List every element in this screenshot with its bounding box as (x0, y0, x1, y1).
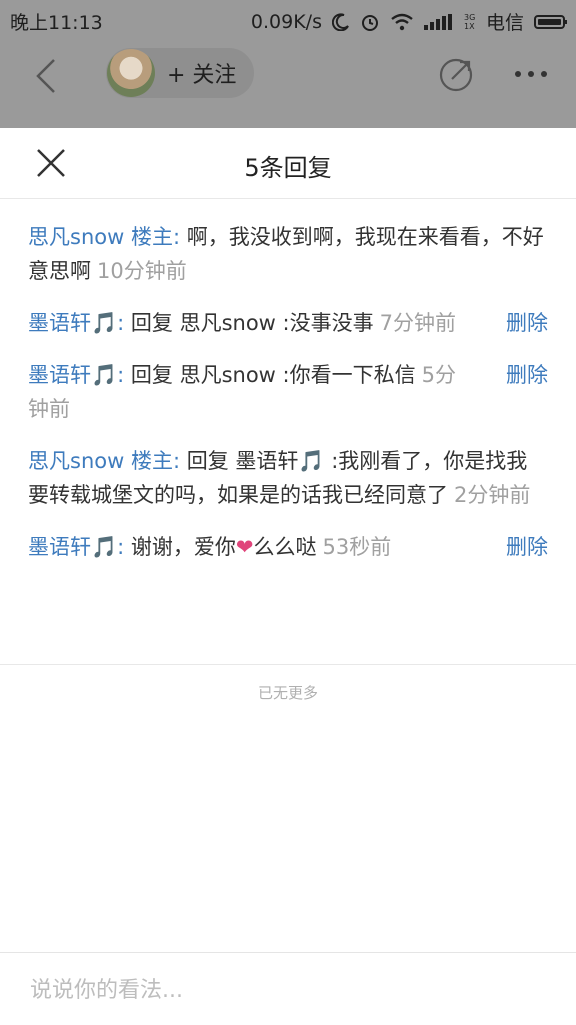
battery-icon (534, 14, 567, 29)
delete-button[interactable]: 删除 (506, 306, 548, 340)
reply-colon: : (172, 449, 181, 473)
reply-item: 思凡snow 楼主: 啊，我没收到啊，我现在来看看，不好意思啊 10分钟前 (0, 220, 576, 288)
heart-icon: ❤ (235, 535, 254, 559)
reply-list: 思凡snow 楼主: 啊，我没收到啊，我现在来看看，不好意思啊 10分钟前 墨语轩… (0, 220, 576, 582)
sheet-title: 5条回复 (244, 154, 332, 182)
reply-content-tail: 么么哒 (253, 535, 317, 559)
avatar[interactable] (107, 49, 155, 97)
reply-author[interactable]: 思凡snow 楼主 (28, 225, 173, 249)
reply-time: 7分钟前 (379, 311, 456, 335)
comment-input[interactable] (28, 971, 552, 1009)
reply-author[interactable]: 墨语轩🎵 (28, 311, 117, 335)
reply-item: 墨语轩🎵: 回复 思凡snow :你看一下私信 5分钟前 删除 (0, 358, 576, 426)
reply-content: 回复 思凡snow :你看一下私信 (124, 363, 416, 387)
reply-time: 10分钟前 (97, 259, 187, 283)
alarm-icon (361, 14, 378, 31)
reply-colon: : (172, 225, 181, 249)
back-icon[interactable] (32, 58, 60, 94)
reply-time: 2分钟前 (454, 483, 531, 507)
share-icon[interactable] (438, 57, 474, 93)
divider (0, 664, 576, 665)
top-bar: + 关注 (0, 40, 576, 128)
status-time: 晚上11:13 (10, 12, 103, 34)
reply-item: 墨语轩🎵: 回复 思凡snow :没事没事 7分钟前 删除 (0, 306, 576, 340)
wifi-icon (391, 13, 413, 30)
reply-item: 墨语轩🎵: 谢谢，爱你❤么么哒 53秒前 删除 (0, 530, 576, 564)
follow-label: + 关注 (167, 63, 237, 88)
status-bar: 晚上11:13 0.09K/s 3G 1X 电信 (0, 0, 576, 40)
no-more-text: 已无更多 (257, 684, 318, 702)
network-type: 3G 1X (463, 12, 476, 31)
reply-item: 思凡snow 楼主: 回复 墨语轩🎵 :我刚看了，你是找我要转载城堡文的吗，如果… (0, 444, 576, 512)
status-right: 0.09K/s 3G 1X 电信 (251, 8, 568, 35)
reply-author[interactable]: 墨语轩🎵 (28, 363, 117, 387)
delete-button[interactable]: 删除 (506, 358, 548, 392)
moon-icon (331, 12, 349, 31)
input-bar (0, 952, 576, 1025)
signal-icon (423, 13, 452, 30)
follow-button[interactable]: + 关注 (106, 48, 254, 98)
reply-author[interactable]: 思凡snow 楼主 (28, 449, 173, 473)
reply-content: 谢谢，爱你 (124, 535, 236, 559)
reply-author[interactable]: 墨语轩🎵 (28, 535, 117, 559)
delete-button[interactable]: 删除 (506, 530, 548, 564)
carrier: 电信 (485, 12, 524, 34)
reply-time: 53秒前 (322, 535, 392, 559)
more-icon[interactable] (514, 70, 548, 78)
reply-content: 回复 思凡snow :没事没事 (124, 311, 374, 335)
sheet-header: 5条回复 (0, 128, 576, 199)
reply-sheet: 5条回复 思凡snow 楼主: 啊，我没收到啊，我现在来看看，不好意思啊 10分钟… (0, 128, 576, 1025)
network-speed: 0.09K/s (250, 10, 322, 33)
